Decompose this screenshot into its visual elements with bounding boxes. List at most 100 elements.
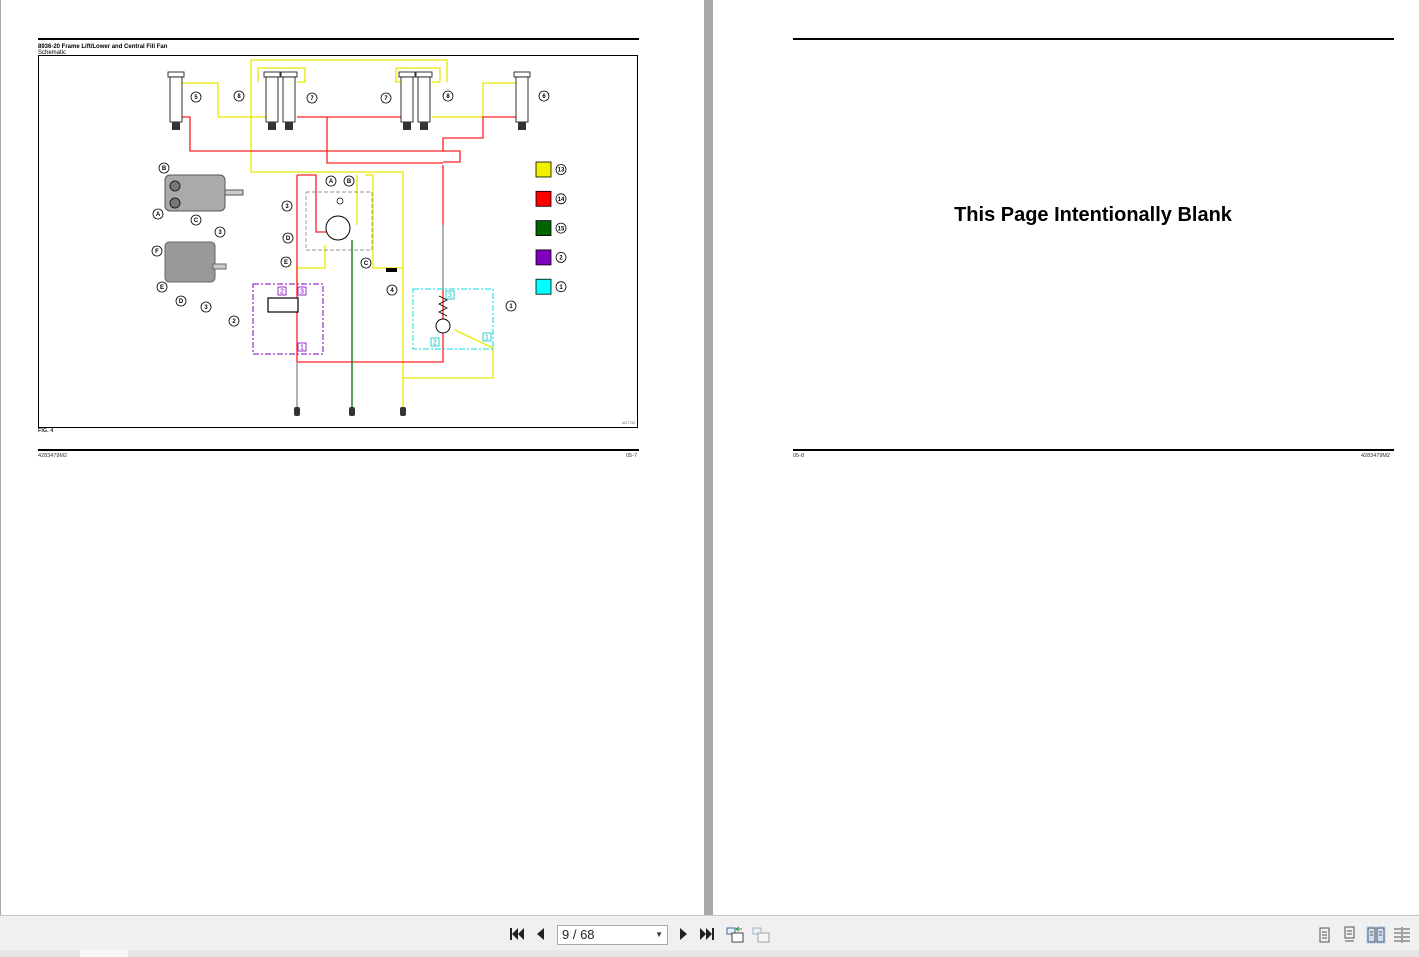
- go-back-view-button[interactable]: [725, 925, 745, 943]
- blank-page-title: This Page Intentionally Blank: [954, 204, 1232, 226]
- callout: C: [190, 214, 202, 226]
- svg-text:15: 15: [558, 226, 565, 232]
- next-page-icon: [680, 928, 687, 940]
- svg-text:A: A: [156, 212, 161, 218]
- svg-text:F: F: [155, 249, 159, 255]
- last-page-button[interactable]: [698, 925, 716, 943]
- legend-item: 2: [535, 249, 567, 266]
- last-page-icon: [700, 928, 714, 940]
- continuous-page-icon: [1344, 926, 1355, 942]
- svg-text:D: D: [179, 299, 184, 305]
- svg-text:1: 1: [485, 335, 489, 342]
- callout: D: [175, 295, 187, 307]
- callout: 4: [386, 284, 398, 296]
- chevron-down-icon: ▼: [655, 930, 663, 939]
- callout: 2: [228, 315, 240, 327]
- svg-text:1: 1: [300, 345, 304, 352]
- footer-page-number: 05-7: [626, 453, 638, 459]
- check-valve-symbol: [336, 197, 344, 205]
- callout: 3: [281, 200, 293, 212]
- svg-text:2: 2: [280, 289, 284, 296]
- svg-text:B: B: [162, 166, 167, 172]
- two-page-continuous-view-button[interactable]: [1392, 926, 1412, 944]
- hydraulic-schematic: 5 8 7 7 8 6BAC3FED3A B3DE C4212 3132113141521 IA…: [38, 55, 638, 428]
- previous-page-button[interactable]: [532, 925, 548, 943]
- right-page: This Page Intentionally Blank 05-8 42834…: [713, 0, 1419, 915]
- cylinder-8: [415, 71, 433, 130]
- two-page-view-button[interactable]: [1366, 926, 1386, 944]
- legend-swatch: [535, 249, 552, 266]
- legend-swatch: [535, 161, 552, 178]
- port-label: 3: [297, 286, 307, 296]
- legend-item: 14: [535, 190, 567, 207]
- svg-text:C: C: [364, 261, 369, 267]
- svg-text:B: B: [347, 179, 352, 185]
- callout: 5: [190, 91, 202, 103]
- page-number-select[interactable]: 9 / 68 ▼: [557, 925, 668, 945]
- next-view-icon: [752, 927, 770, 943]
- legend-item: 13: [535, 161, 567, 178]
- port-label: 3: [445, 290, 455, 300]
- footer-doc-number: 4283479M2: [38, 453, 68, 459]
- callout: 3: [200, 301, 212, 313]
- cylinder-7: [280, 71, 298, 130]
- legend-swatch: [535, 220, 552, 237]
- quick-coupler: [294, 407, 300, 416]
- port-label: 1: [297, 342, 307, 352]
- svg-text:2: 2: [433, 340, 437, 347]
- callout: 8: [233, 90, 245, 102]
- legend-swatch: [535, 278, 552, 295]
- svg-text:A: A: [329, 179, 334, 185]
- legend-item: 1: [535, 278, 567, 295]
- port-label: 1: [482, 332, 492, 342]
- first-page-button[interactable]: [508, 925, 526, 943]
- legend-item: 15: [535, 220, 567, 237]
- continuous-view-button[interactable]: [1339, 926, 1359, 944]
- callout: B: [343, 175, 355, 187]
- piston-motor-illustration: [164, 241, 216, 283]
- single-page-view-button[interactable]: [1314, 926, 1334, 944]
- footer-page-number: 05-8: [793, 453, 805, 459]
- port-label: 2: [277, 286, 287, 296]
- figure-id: IA17733: [622, 421, 635, 425]
- callout: F: [151, 245, 163, 257]
- callout: 1: [505, 300, 517, 312]
- callout: 7: [306, 92, 318, 104]
- scrollbar-thumb[interactable]: [80, 950, 128, 957]
- svg-text:E: E: [284, 260, 288, 266]
- page-indicator: 9 / 68: [562, 927, 595, 942]
- cylinder-8: [263, 71, 281, 130]
- svg-text:3: 3: [300, 289, 304, 296]
- callout: A: [152, 208, 164, 220]
- go-forward-view-button[interactable]: [751, 925, 771, 943]
- motor-symbol: [325, 215, 351, 241]
- navigation-toolbar: 9 / 68 ▼: [0, 915, 1419, 951]
- svg-text:C: C: [194, 218, 199, 224]
- callout: 7: [380, 92, 392, 104]
- legend-swatch: [535, 190, 552, 207]
- relief-valve-symbol: [435, 318, 451, 334]
- callout: 8: [442, 90, 454, 102]
- cylinder-5: [167, 71, 185, 130]
- footer-doc-number: 4283479M2: [1361, 453, 1391, 459]
- svg-text:14: 14: [558, 197, 565, 203]
- svg-text:E: E: [160, 285, 164, 291]
- callout: 3: [214, 226, 226, 238]
- port-label: 2: [430, 337, 440, 347]
- callout: C: [360, 257, 372, 269]
- callout: E: [280, 256, 292, 268]
- footer-rule: [38, 449, 639, 451]
- callout: A: [325, 175, 337, 187]
- two-page-continuous-icon: [1394, 927, 1410, 943]
- cylinder-6: [513, 71, 531, 130]
- svg-text:D: D: [286, 236, 291, 242]
- callout: E: [156, 281, 168, 293]
- quick-coupler: [349, 407, 355, 416]
- horizontal-scrollbar[interactable]: [0, 950, 1419, 957]
- header-rule: [793, 38, 1394, 40]
- orifice-4: [386, 268, 397, 272]
- next-page-button[interactable]: [676, 925, 692, 943]
- two-page-icon: [1367, 927, 1385, 943]
- first-page-icon: [510, 928, 524, 940]
- single-page-icon: [1319, 927, 1330, 943]
